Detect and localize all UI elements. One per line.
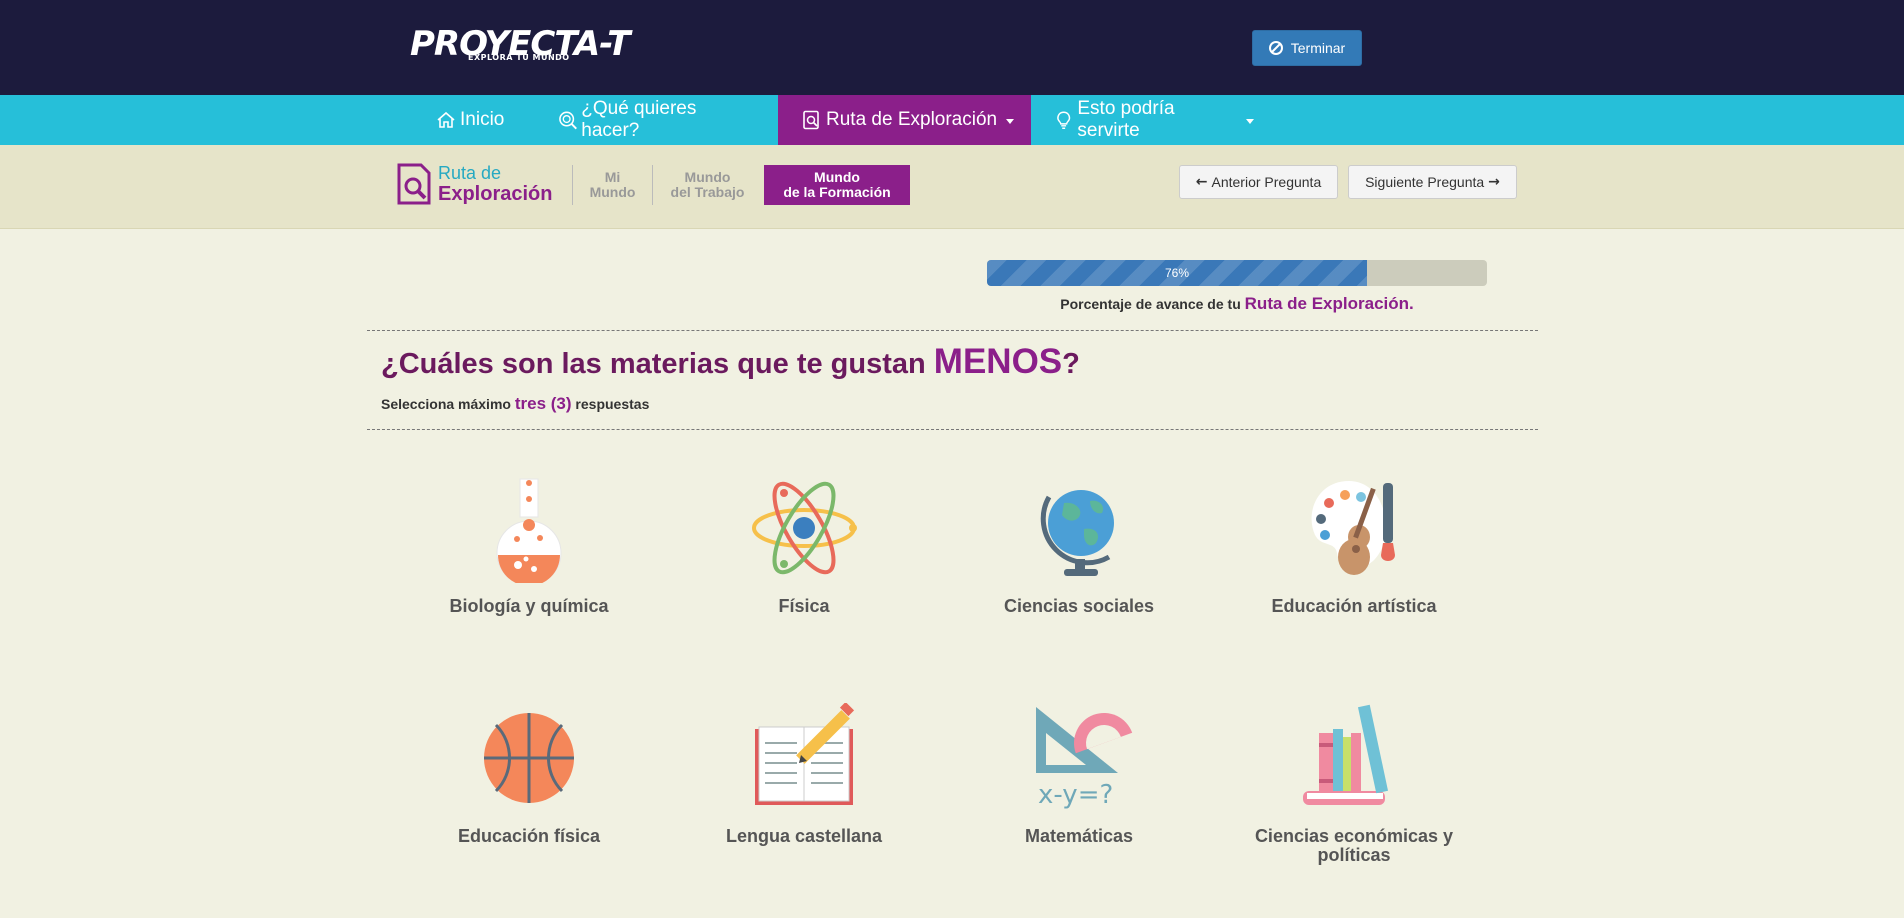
step-mi-mundo[interactable]: Mi Mundo xyxy=(572,165,652,205)
exploration-subbar: Ruta de Exploración Mi Mundo Mundo del Tra… xyxy=(0,145,1904,229)
option-biologia-quimica[interactable]: Biología y química xyxy=(404,473,654,616)
hint-pre: Selecciona máximo xyxy=(381,396,511,412)
globe-icon xyxy=(1040,490,1114,576)
chevron-down-icon xyxy=(1006,119,1015,124)
option-lengua-castellana[interactable]: Lengua castellana xyxy=(679,703,929,846)
document-search-icon xyxy=(397,163,431,205)
option-label: Educación artística xyxy=(1271,596,1437,616)
progress-label: 76% xyxy=(1164,266,1190,280)
nav-item-esto-podria-servirte[interactable]: Esto podría servirte xyxy=(1054,95,1254,145)
progress-caption-text: Porcentaje de avance de tu xyxy=(1060,296,1241,312)
step-line2: de la Formación xyxy=(783,184,891,200)
hint-post: respuestas xyxy=(575,396,650,412)
document-search-icon xyxy=(803,110,819,130)
option-fisica[interactable]: Física xyxy=(679,473,929,616)
progress-caption-highlight: Ruta de Exploración. xyxy=(1244,294,1414,313)
option-label: Educación física xyxy=(457,826,601,846)
option-label: Biología y química xyxy=(449,596,609,616)
option-educacion-fisica[interactable]: Educación física xyxy=(404,703,654,846)
set-square-protractor-icon: x-y=? xyxy=(1036,707,1133,810)
lightbulb-icon xyxy=(1057,111,1071,129)
ruta-logo-line1: Ruta de xyxy=(438,163,502,183)
arrow-left-icon: ← xyxy=(1195,174,1208,190)
progress-caption: Porcentaje de avance de tu Ruta de Explo… xyxy=(987,294,1487,314)
art-palette-guitar-icon xyxy=(1311,481,1395,575)
divider xyxy=(367,429,1538,430)
nav-item-inicio[interactable]: Inicio xyxy=(436,95,506,145)
question-hint: Selecciona máximo tres (3) respuestas xyxy=(381,394,649,414)
next-question-label: Siguiente Pregunta xyxy=(1365,174,1485,190)
question-end: ? xyxy=(1062,348,1080,380)
ruta-exploracion-logo: Ruta de Exploración xyxy=(396,163,556,213)
previous-question-button[interactable]: ← Anterior Pregunta xyxy=(1179,165,1338,199)
step-line1: Mundo xyxy=(814,169,860,185)
nav-label-esto-podria-servirte: Esto podría servirte xyxy=(1077,98,1175,141)
proyecta-t-logo[interactable]: PROYECTA-T EXPLORA TU MUNDO xyxy=(410,24,632,66)
step-line1: Mi xyxy=(604,169,621,185)
progress-fill: 76% xyxy=(987,260,1367,286)
ban-icon xyxy=(1268,41,1283,55)
chevron-down-icon xyxy=(1246,119,1254,124)
nav-item-que-quieres-hacer[interactable]: ¿Qué quieres hacer? xyxy=(558,95,753,145)
step-mundo-de-la-formacion[interactable]: Mundo de la Formación xyxy=(764,165,910,205)
atom-icon xyxy=(752,481,857,575)
hint-emphasis: tres (3) xyxy=(514,394,572,413)
option-educacion-artistica[interactable]: Educación artística xyxy=(1229,473,1479,616)
option-label: Ciencias económicas y políticas xyxy=(1254,826,1454,865)
book-pencil-icon xyxy=(755,703,855,805)
top-header: PROYECTA-T EXPLORA TU MUNDO Terminar xyxy=(0,0,1904,95)
question-emphasis: MENOS xyxy=(933,342,1063,381)
option-matematicas[interactable]: x-y=? Matemáticas xyxy=(954,703,1204,846)
step-mundo-del-trabajo[interactable]: Mundo del Trabajo xyxy=(652,165,762,205)
step-line2: Mundo xyxy=(589,184,636,200)
question-text: ¿Cuáles son las materias que te gustan xyxy=(381,348,926,380)
flask-icon xyxy=(496,478,562,583)
nav-item-ruta-de-exploracion[interactable]: Ruta de Exploración xyxy=(778,95,1031,145)
finish-button-label: Terminar xyxy=(1290,40,1346,56)
option-label: Lengua castellana xyxy=(725,826,883,846)
divider xyxy=(367,330,1538,331)
step-line2: del Trabajo xyxy=(670,184,745,200)
logo-tagline: EXPLORA TU MUNDO xyxy=(468,53,570,62)
books-icon xyxy=(1303,704,1389,805)
option-label: Física xyxy=(778,596,830,616)
ruta-logo-line2: Exploración xyxy=(438,183,553,205)
next-question-button[interactable]: Siguiente Pregunta → xyxy=(1348,165,1517,199)
previous-question-label: Anterior Pregunta xyxy=(1211,174,1322,190)
option-label: Matemáticas xyxy=(1024,826,1134,846)
option-label: Ciencias sociales xyxy=(1003,596,1155,616)
question-title: ¿Cuáles son las materias que te gustan M… xyxy=(381,342,1080,382)
progress-bar: 76% xyxy=(987,260,1487,286)
nav-label-inicio: Inicio xyxy=(460,109,505,130)
search-target-icon xyxy=(559,111,577,130)
step-line1: Mundo xyxy=(684,169,731,185)
option-ciencias-economicas[interactable]: Ciencias económicas y políticas xyxy=(1229,703,1479,865)
nav-label-ruta-de-exploracion: Ruta de Exploración xyxy=(826,109,998,130)
arrow-right-icon: → xyxy=(1488,174,1500,190)
finish-button[interactable]: Terminar xyxy=(1252,30,1362,66)
svg-text:x-y=?: x-y=? xyxy=(1038,780,1113,810)
home-icon xyxy=(437,111,455,128)
main-navbar: Inicio ¿Qué quieres hacer? Ruta de Explo… xyxy=(0,95,1904,145)
basketball-icon xyxy=(484,713,574,803)
option-ciencias-sociales[interactable]: Ciencias sociales xyxy=(954,473,1204,616)
nav-label-que-quieres-hacer: ¿Qué quieres hacer? xyxy=(581,98,697,141)
